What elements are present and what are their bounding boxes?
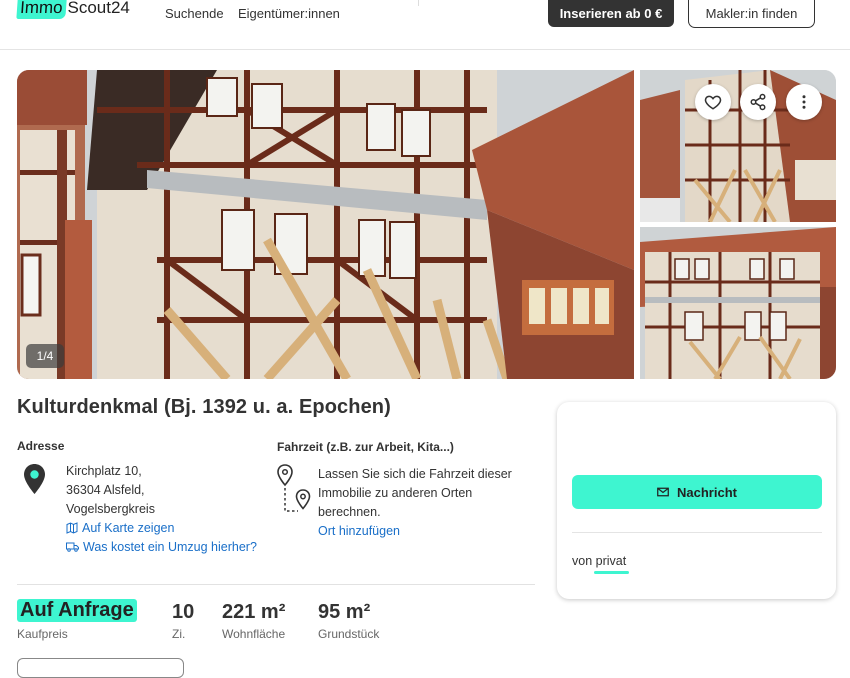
address-city: 36304 Alsfeld, — [66, 483, 145, 497]
message-button[interactable]: Nachricht — [572, 475, 822, 509]
plot-area-value: 95 m² — [318, 601, 371, 623]
find-agent-button[interactable]: Makler:in finden — [688, 0, 815, 28]
seller-value: privat — [595, 554, 627, 568]
logo[interactable]: Immo Scout24 — [16, 0, 130, 22]
message-button-label: Nachricht — [677, 484, 737, 500]
moving-cost-link[interactable]: Was kostet ein Umzug hierher? — [66, 540, 257, 554]
favorite-button[interactable] — [695, 84, 731, 120]
map-icon — [66, 522, 78, 534]
logo-scout24: Scout24 — [67, 0, 130, 17]
commute-text-3: berechnen. — [318, 505, 381, 519]
map-pin-icon — [24, 464, 45, 494]
living-area-value: 221 m² — [222, 601, 286, 623]
address-region: Vogelsbergkreis — [66, 502, 155, 516]
logo-immo: Immo — [16, 0, 67, 19]
image-counter: 1/4 — [26, 344, 64, 368]
moving-cost-label: Was kostet ein Umzug hierher? — [83, 540, 257, 554]
header-divider — [418, 0, 419, 6]
commute-text-2: Immobilie zu anderen Orten — [318, 486, 473, 500]
add-location-link[interactable]: Ort hinzufügen — [318, 524, 400, 538]
main-photo[interactable] — [17, 70, 634, 379]
nav-eigentuemer[interactable]: Eigentümer:innen — [238, 6, 340, 21]
rooms-label: Zi. — [172, 627, 186, 641]
price-divider — [17, 584, 535, 585]
more-icon — [802, 95, 806, 109]
contact-card: Nachricht von privat — [557, 402, 836, 599]
share-icon — [750, 93, 766, 111]
seller-prefix: von — [572, 554, 593, 568]
route-icon — [277, 464, 311, 512]
more-options-button[interactable] — [786, 84, 822, 120]
show-on-map-link[interactable]: Auf Karte zeigen — [66, 521, 174, 535]
seller-type: von privat — [572, 554, 626, 568]
living-area-label: Wohnfläche — [222, 627, 286, 641]
plot-area-label: Grundstück — [318, 627, 380, 641]
address-label: Adresse — [17, 439, 65, 453]
truck-icon — [66, 542, 79, 552]
site-header: Immo Scout24 Suchende Eigentümer:innen I… — [0, 0, 850, 50]
listing-title: Kulturdenkmal (Bj. 1392 u. a. Epochen) — [17, 396, 391, 418]
add-location-label: Ort hinzufügen — [318, 524, 400, 538]
nav-suchende[interactable]: Suchende — [165, 6, 224, 21]
rooms-value: 10 — [172, 601, 195, 623]
commute-label: Fahrzeit (z.B. zur Arbeit, Kita...) — [277, 440, 454, 454]
insert-listing-button[interactable]: Inserieren ab 0 € — [548, 0, 674, 27]
address-street: Kirchplatz 10, — [66, 464, 142, 478]
partial-button[interactable] — [17, 658, 184, 678]
show-on-map-label: Auf Karte zeigen — [82, 521, 175, 535]
price-label: Kaufpreis — [17, 627, 68, 641]
card-divider — [572, 532, 822, 533]
share-button[interactable] — [740, 84, 776, 120]
envelope-icon — [657, 487, 669, 497]
thumbnail-photo-3[interactable] — [640, 227, 836, 379]
commute-text-1: Lassen Sie sich die Fahrzeit dieser — [318, 467, 512, 481]
price-value: Auf Anfrage — [17, 599, 137, 622]
heart-icon — [704, 95, 722, 110]
